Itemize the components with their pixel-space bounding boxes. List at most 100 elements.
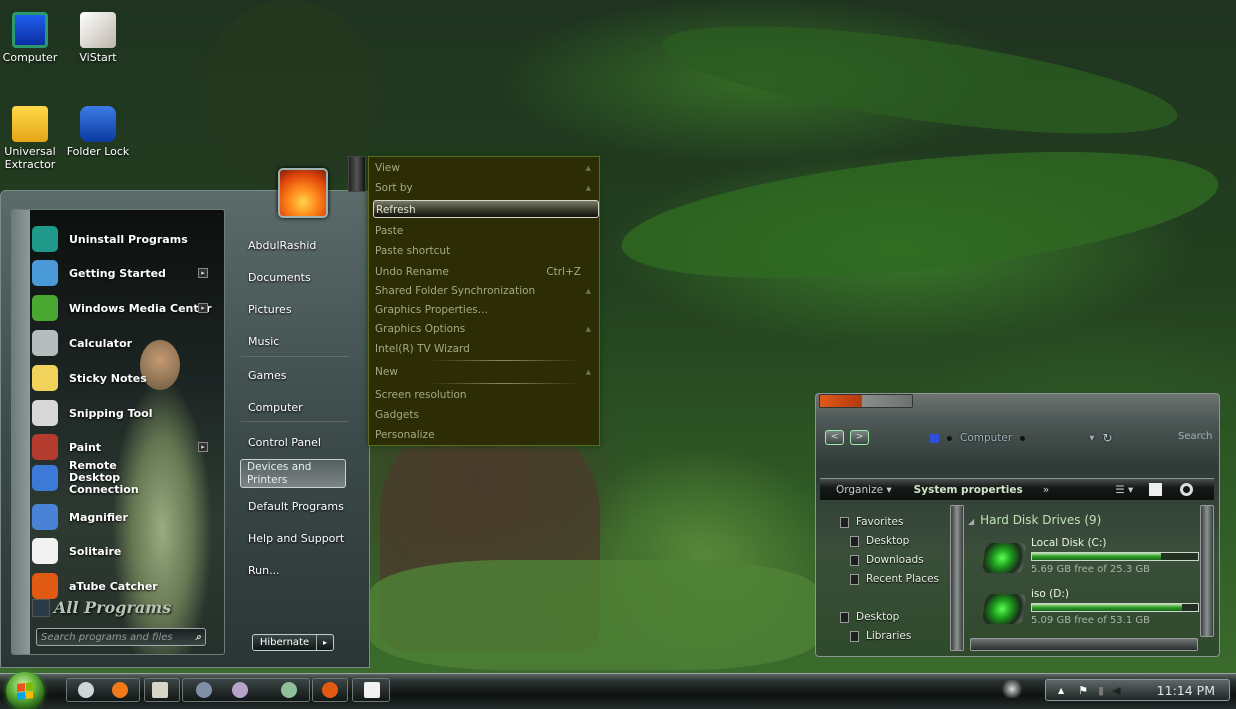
context-menu-item[interactable]: View ▲	[375, 159, 597, 177]
start-right-item[interactable]: Music	[248, 335, 279, 348]
start-right-item[interactable]: AbdulRashid	[248, 239, 316, 252]
start-right-item[interactable]: Games	[248, 369, 286, 382]
search-field[interactable]: Search	[1178, 431, 1212, 442]
magnifier-icon	[32, 504, 58, 530]
start-right-item[interactable]: Run...	[248, 564, 280, 577]
drive-item[interactable]: Local Disk (C:) 5.69 GB free of 25.3 GB	[981, 537, 1199, 587]
start-search-input[interactable]: Search programs and files ⌕	[36, 628, 206, 646]
user-avatar[interactable]	[278, 168, 328, 218]
context-menu-item[interactable]: Graphics Properties...	[375, 301, 597, 319]
start-right-item[interactable]: Control Panel	[248, 436, 321, 449]
start-right-item-devices-and-printers[interactable]: Devices and Printers	[240, 459, 346, 488]
content-scrollbar[interactable]	[1200, 505, 1214, 637]
more-commands-button[interactable]: »	[1043, 484, 1049, 496]
desktop-icon-folder-lock[interactable]: Folder Lock	[66, 106, 130, 158]
nav-item[interactable]: Desktop	[850, 535, 909, 547]
context-menu-item[interactable]: Shared Folder Synchronization ▲	[375, 282, 597, 300]
start-right-item[interactable]: Pictures	[248, 303, 292, 316]
clock[interactable]: 11:14 PM	[1157, 683, 1215, 698]
back-button[interactable]: <	[825, 430, 844, 445]
program-item[interactable]: Uninstall Programs	[32, 224, 212, 254]
program-label: aTube Catcher	[69, 579, 158, 593]
weather-gadget-icon[interactable]	[1000, 680, 1024, 698]
start-right-item[interactable]: Default Programs	[248, 500, 344, 513]
nav-pane-scrollbar[interactable]	[950, 505, 964, 651]
program-item[interactable]: Snipping Tool	[32, 398, 212, 428]
notepad-icon[interactable]	[364, 682, 380, 698]
remote-desktop-icon[interactable]	[281, 682, 297, 698]
program-item[interactable]: Paint ▸	[32, 432, 212, 462]
preview-pane-icon[interactable]	[1149, 483, 1163, 496]
power-options-arrow[interactable]: ▸	[317, 635, 333, 650]
organize-button[interactable]: Organize ▾	[836, 484, 892, 496]
vistart-icon[interactable]	[152, 682, 168, 698]
start-right-item[interactable]: Computer	[248, 401, 303, 414]
all-programs-button[interactable]: All Programs	[32, 598, 171, 617]
drive-item[interactable]: iso (D:) 5.09 GB free of 53.1 GB	[981, 588, 1199, 638]
program-item[interactable]: aTube Catcher	[32, 571, 212, 601]
forward-button[interactable]: >	[850, 430, 869, 445]
hibernate-button[interactable]: Hibernate	[253, 635, 317, 650]
context-menu-item[interactable]: Graphics Options ▲	[375, 320, 597, 338]
context-menu-item[interactable]: Refresh	[373, 200, 599, 218]
sticky-notes-icon	[32, 365, 58, 391]
horizontal-scrollbar[interactable]	[970, 638, 1198, 651]
context-menu-item[interactable]: Personalize	[375, 426, 597, 444]
program-item[interactable]: Remote Desktop Connection	[32, 460, 212, 496]
submenu-arrow-icon[interactable]: ▸	[198, 442, 208, 452]
nav-item[interactable]: Recent Places	[850, 573, 939, 585]
view-options-icon[interactable]: ☰ ▾	[1115, 484, 1133, 496]
network-icon[interactable]: ▮	[1098, 684, 1104, 697]
context-menu-item[interactable]: Paste	[375, 222, 597, 240]
context-menu-item[interactable]: Gadgets	[375, 406, 597, 424]
drive-usage-fill	[1032, 553, 1161, 560]
desktop-icon-universal-extractor[interactable]: Universal Extractor	[0, 106, 62, 171]
drive-free-space: 5.09 GB free of 53.1 GB	[1031, 615, 1150, 626]
program-item[interactable]: Magnifier	[32, 502, 212, 532]
nav-item[interactable]: Downloads	[850, 554, 924, 566]
system-properties-button[interactable]: System properties	[914, 484, 1023, 496]
media-player-icon[interactable]	[232, 682, 248, 698]
firefox-icon[interactable]	[112, 682, 128, 698]
desktop-icon-label: Computer	[2, 51, 58, 64]
context-menu-label: Paste shortcut	[375, 245, 451, 257]
submenu-arrow-icon[interactable]: ▸	[198, 268, 208, 278]
program-label: Paint	[69, 440, 102, 454]
nav-item[interactable]: Favorites	[840, 516, 903, 528]
context-menu-item[interactable]: Sort by ▲	[375, 179, 597, 197]
help-icon[interactable]	[1180, 483, 1194, 496]
nav-item[interactable]: Libraries	[850, 630, 911, 642]
context-menu-item[interactable]: New ▲	[375, 363, 597, 381]
desktop-icon-computer[interactable]: Computer	[0, 12, 62, 64]
nav-item[interactable]: Desktop	[840, 611, 899, 623]
program-item[interactable]: Solitaire	[32, 536, 212, 566]
globe-icon[interactable]	[196, 682, 212, 698]
program-item[interactable]: Sticky Notes	[32, 363, 212, 393]
folder-icon	[850, 535, 859, 547]
context-menu-item[interactable]: Intel(R) TV Wizard	[375, 340, 597, 358]
program-item[interactable]: Getting Started ▸	[32, 258, 212, 288]
window-title-tab[interactable]	[819, 394, 913, 408]
context-menu-item[interactable]: Undo Rename Ctrl+Z	[375, 263, 597, 281]
context-menu-item[interactable]: Paste shortcut	[375, 242, 597, 260]
collapse-icon: ◢	[968, 517, 975, 526]
atube-catcher-icon[interactable]	[322, 682, 338, 698]
refresh-icon[interactable]: ↻	[1102, 431, 1112, 445]
action-center-flag-icon[interactable]: ⚑	[1078, 684, 1088, 697]
desktop-icon-vistart[interactable]: ViStart	[66, 12, 130, 64]
show-hidden-icons-button[interactable]: ▲	[1058, 686, 1064, 695]
group-header-label: Hard Disk Drives (9)	[980, 513, 1102, 527]
address-bar[interactable]: Computer ▾ ↻	[930, 431, 1113, 445]
group-header[interactable]: ◢ Hard Disk Drives (9)	[968, 513, 1101, 527]
volume-icon[interactable]: ◀	[1112, 684, 1120, 697]
address-dropdown-icon[interactable]: ▾	[1089, 432, 1094, 444]
submenu-arrow-icon[interactable]: ▸	[198, 303, 208, 313]
program-item[interactable]: Calculator	[32, 328, 212, 358]
weather-gadget-icon[interactable]	[78, 682, 94, 698]
start-right-item[interactable]: Help and Support	[248, 532, 344, 545]
program-item[interactable]: Windows Media Center ▸	[32, 293, 212, 323]
context-menu-label: Screen resolution	[375, 389, 467, 401]
context-menu-item[interactable]: Screen resolution	[375, 386, 597, 404]
start-right-item[interactable]: Documents	[248, 271, 311, 284]
start-button[interactable]	[6, 672, 44, 709]
